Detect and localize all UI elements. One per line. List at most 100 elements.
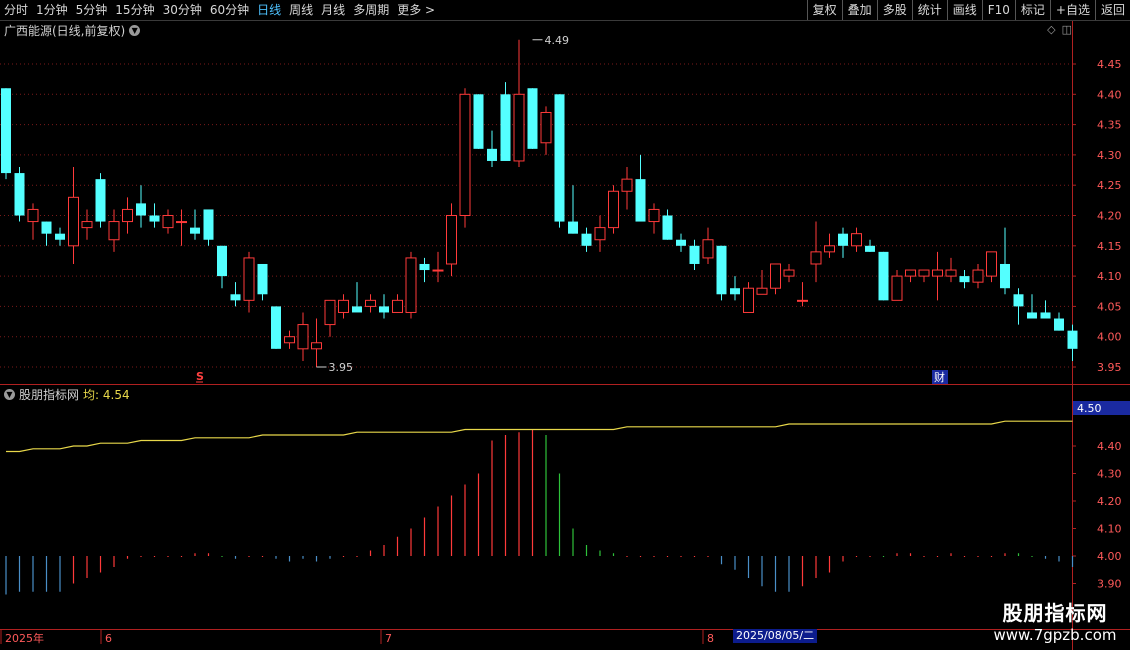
- candle-body: [190, 227, 200, 234]
- watermark: 股朋指标网 www.7gpzb.com: [980, 600, 1130, 650]
- ind-ma-line: [6, 420, 1073, 453]
- period-tab-4[interactable]: 30分钟: [159, 0, 206, 20]
- candle-body: [446, 215, 457, 265]
- main-y-tick-label: 4.15: [1097, 240, 1122, 253]
- candle-body: [554, 94, 565, 222]
- ind-y-tick-label: 4.00: [1097, 550, 1122, 563]
- candle-body: [338, 299, 349, 313]
- period-tab-5[interactable]: 60分钟: [206, 0, 253, 20]
- x-axis-label: 2025年: [5, 631, 44, 645]
- ind-y-tick-label: 4.20: [1097, 495, 1122, 508]
- period-tab-8[interactable]: 月线: [317, 0, 349, 20]
- candle-body: [621, 178, 633, 192]
- period-tab-9[interactable]: 多周期: [349, 0, 393, 20]
- candle-body: [838, 233, 848, 246]
- candle-body: [770, 263, 781, 289]
- candle-body: [297, 324, 309, 350]
- action-button-0[interactable]: 复权: [806, 0, 842, 20]
- main-y-tick-label: 4.00: [1097, 331, 1122, 344]
- ind-current-value: 4.50: [1077, 402, 1102, 415]
- main-y-tick-label: 4.45: [1097, 58, 1122, 71]
- x-axis-label: 8: [707, 632, 714, 645]
- action-buttons: 复权 叠加 多股 统计 画线 F10 标记 +自选 返回: [806, 0, 1130, 20]
- candle-body: [108, 221, 120, 241]
- candle-body: [41, 221, 52, 234]
- candle-body: [473, 94, 484, 149]
- candle-body: [81, 221, 93, 229]
- watermark-title: 股朋指标网: [1002, 601, 1108, 625]
- action-button-1[interactable]: 叠加: [841, 0, 877, 20]
- candle-body: [500, 94, 511, 161]
- main-y-tick-label: 4.05: [1097, 300, 1122, 313]
- indicator-header: ▼ 股朋指标网 均: 4.54: [4, 386, 130, 403]
- panel-toggle-icon[interactable]: ◫: [1062, 23, 1072, 36]
- period-tab-3[interactable]: 15分钟: [111, 0, 158, 20]
- candle-body: [55, 233, 65, 240]
- candle-body: [918, 269, 930, 277]
- candle-body: [27, 208, 39, 223]
- period-tab-10[interactable]: 更多 >: [393, 0, 439, 20]
- period-tab-7[interactable]: 周线: [285, 0, 317, 20]
- main-y-tick-label: 4.10: [1097, 270, 1122, 283]
- candle-body: [203, 209, 214, 240]
- action-button-7[interactable]: +自选: [1049, 0, 1095, 20]
- candle-body: [1040, 312, 1051, 319]
- candle-body: [594, 227, 606, 241]
- candle-body: [810, 251, 822, 265]
- action-button-8[interactable]: 返回: [1094, 0, 1130, 20]
- candle-body: [972, 269, 984, 283]
- indicator-average: 均: 4.54: [83, 387, 130, 402]
- chart-canvas: 3.95 4.00 4.05 4.10 4.15 4.20 4.25 4.30 4.35 4.40…: [0, 20, 1130, 650]
- candle-body: [783, 269, 795, 277]
- action-button-4[interactable]: 画线: [946, 0, 982, 20]
- action-button-6[interactable]: 标记: [1014, 0, 1050, 20]
- candle-body: [581, 233, 592, 246]
- candle-body: [95, 179, 106, 222]
- candle-body: [986, 251, 997, 277]
- main-y-tick-label: 4.35: [1097, 119, 1122, 132]
- watermark-url: www.7gpzb.com: [993, 626, 1117, 644]
- candle-body: [68, 196, 79, 247]
- chevron-down-icon[interactable]: ▼: [4, 388, 15, 400]
- candle-body: [352, 306, 362, 313]
- period-tab-6[interactable]: 日线: [253, 0, 285, 20]
- action-button-5[interactable]: F10: [981, 0, 1015, 20]
- action-button-2[interactable]: 多股: [876, 0, 912, 20]
- candle-body: [702, 239, 714, 259]
- candle-body: [405, 257, 417, 313]
- candle-body: [905, 269, 916, 277]
- diamond-icon[interactable]: ◇: [1047, 23, 1055, 36]
- ind-y-tick-label: 3.90: [1097, 578, 1122, 591]
- candle-body: [379, 306, 389, 313]
- candle-body: [891, 275, 903, 301]
- chevron-down-icon[interactable]: ▼: [129, 24, 141, 36]
- main-y-tick-label: 4.25: [1097, 179, 1122, 192]
- main-chart-header: 广西能源(日线,前复权) ▼: [4, 22, 141, 38]
- period-tab-1[interactable]: 1分钟: [32, 0, 72, 20]
- chart-corner-icons: ◇ ◫: [1047, 23, 1072, 36]
- indicator-name[interactable]: 股朋指标网: [19, 386, 79, 403]
- period-tab-0[interactable]: 分时: [0, 0, 32, 20]
- candle-body: [217, 245, 227, 277]
- candle-body: [1013, 294, 1024, 307]
- candle-body: [487, 148, 497, 161]
- main-y-tick-label: 4.20: [1097, 210, 1122, 223]
- candle-body: [648, 208, 660, 223]
- main-y-tick-label: 4.30: [1097, 149, 1122, 162]
- candle-body: [324, 299, 336, 326]
- period-tab-2[interactable]: 5分钟: [72, 0, 112, 20]
- candle-body: [136, 203, 146, 216]
- candle-body: [959, 276, 970, 283]
- candle-body: [1067, 330, 1078, 349]
- candle-body: [608, 190, 619, 229]
- action-button-3[interactable]: 统计: [911, 0, 947, 20]
- candle-body: [365, 299, 376, 307]
- candle-body: [865, 245, 875, 252]
- main-y-tick-label: 3.95: [1097, 361, 1122, 374]
- price-annotation-label: 4.49: [545, 34, 570, 47]
- candle-body: [568, 221, 578, 234]
- stock-title: 广西能源(日线,前复权): [4, 23, 126, 38]
- candle-body: [878, 251, 889, 301]
- x-axis-label: 6: [105, 632, 112, 645]
- candle-body: [14, 173, 25, 216]
